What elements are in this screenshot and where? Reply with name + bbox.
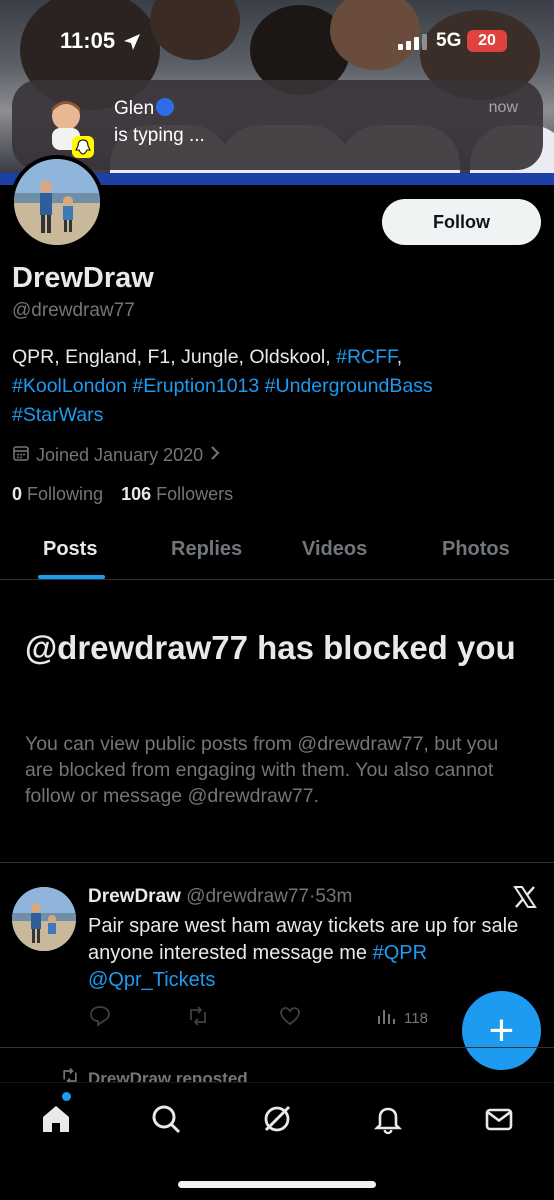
- tweet-text: Pair spare west ham away tickets are up …: [88, 915, 519, 991]
- follow-stats: 0 Following 106 Followers: [12, 484, 233, 505]
- tab-replies[interactable]: Replies: [171, 538, 242, 561]
- network-type: 5G: [436, 30, 462, 51]
- profile-avatar[interactable]: [10, 155, 104, 249]
- battery-indicator: 20: [467, 30, 507, 52]
- compose-button[interactable]: +: [462, 991, 541, 1070]
- home-indicator[interactable]: [178, 1181, 376, 1188]
- tab-videos[interactable]: Videos: [302, 538, 367, 561]
- calendar-icon: [12, 444, 30, 467]
- joined-label: Joined January 2020: [36, 445, 204, 465]
- tweet-author[interactable]: DrewDraw: [88, 886, 181, 907]
- status-bar: 11:05 5G 20: [0, 28, 554, 58]
- hashtag-link[interactable]: #QPR: [373, 942, 427, 964]
- notification-message: is typing ...: [114, 125, 205, 146]
- tweet-time: 53m: [315, 886, 353, 907]
- views-count[interactable]: 118: [376, 1006, 428, 1030]
- home-icon[interactable]: [36, 1099, 76, 1139]
- like-icon[interactable]: [278, 1004, 302, 1033]
- display-name: DrewDraw: [12, 262, 154, 294]
- analytics-icon: [376, 1006, 396, 1030]
- active-tab-indicator: [38, 575, 105, 579]
- hashtag-link[interactable]: #UndergroundBass: [265, 375, 433, 397]
- snapchat-notification[interactable]: Glen is typing ... now: [12, 80, 543, 170]
- x-logo-icon: [512, 884, 538, 915]
- grok-icon[interactable]: [257, 1099, 297, 1139]
- divider: [0, 1047, 554, 1048]
- follow-button[interactable]: Follow: [382, 199, 541, 245]
- bitmoji-avatar-icon: [34, 94, 98, 158]
- search-icon[interactable]: [146, 1099, 186, 1139]
- tab-photos[interactable]: Photos: [442, 538, 510, 561]
- tweet-handle: @drewdraw77: [186, 886, 309, 907]
- notifications-icon[interactable]: [368, 1099, 408, 1139]
- hashtag-link[interactable]: #Eruption1013: [132, 375, 259, 397]
- hashtag-link[interactable]: #StarWars: [12, 404, 103, 426]
- tweet-avatar[interactable]: [12, 887, 76, 951]
- tab-posts[interactable]: Posts: [43, 538, 97, 561]
- reply-icon[interactable]: [88, 1004, 112, 1033]
- tweet-header: DrewDraw @drewdraw77·53m: [88, 886, 353, 907]
- profile-handle: @drewdraw77: [12, 300, 135, 321]
- profile-bio: QPR, England, F1, Jungle, Oldskool, #RCF…: [12, 346, 433, 426]
- divider: [0, 862, 554, 863]
- blue-dot-icon: [156, 98, 175, 116]
- hashtag-link[interactable]: #KoolLondon: [12, 375, 127, 397]
- blocked-description: You can view public posts from @drewdraw…: [25, 733, 499, 807]
- chevron-right-icon: [209, 445, 221, 466]
- signal-icon: [398, 34, 428, 55]
- followers-count-link[interactable]: 106 Followers: [121, 484, 233, 505]
- profile-tabs: Posts Replies Videos Photos: [0, 520, 554, 580]
- following-count-link[interactable]: 0 Following: [12, 484, 103, 505]
- location-arrow-icon: [122, 32, 142, 57]
- joined-date[interactable]: Joined January 2020: [12, 444, 221, 467]
- unread-dot-icon: [62, 1092, 71, 1101]
- messages-icon[interactable]: [479, 1099, 519, 1139]
- blocked-title: @drewdraw77 has blocked you: [25, 629, 516, 666]
- status-time: 11:05: [60, 28, 116, 53]
- mention-link[interactable]: @Qpr_Tickets: [88, 969, 215, 991]
- hashtag-link[interactable]: #RCFF: [336, 346, 397, 368]
- notification-time: now: [488, 99, 518, 116]
- notification-sender: Glen: [114, 98, 175, 120]
- repost-icon[interactable]: [186, 1004, 210, 1033]
